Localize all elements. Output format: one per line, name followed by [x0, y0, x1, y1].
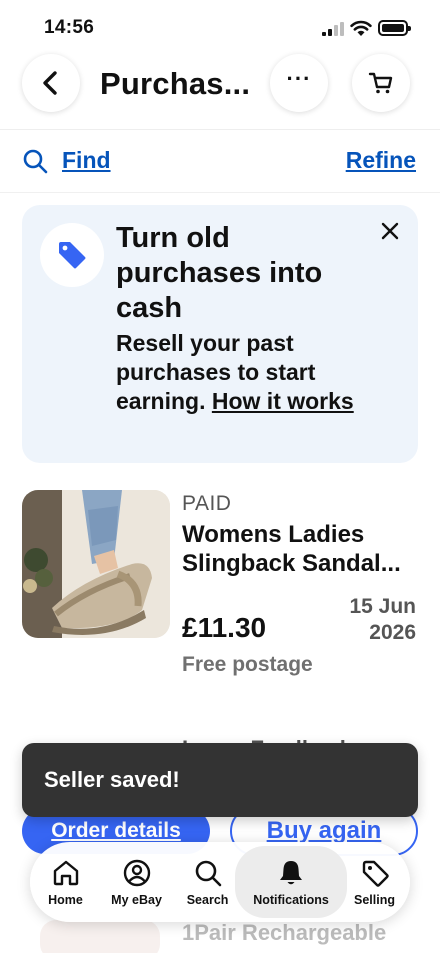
status-time: 14:56 [44, 17, 95, 38]
item-thumbnail[interactable] [22, 490, 170, 638]
nav-item-home[interactable]: Home [30, 842, 101, 922]
promo-body: Resell your past purchases to start earn… [116, 329, 366, 416]
more-dots-icon: ··· [286, 66, 312, 91]
page-title: Purchas... [100, 66, 251, 101]
order-date: 15 Jun 2026 [349, 594, 416, 646]
buy-again-label: Buy again [266, 817, 382, 844]
filter-bar: Find Refine [0, 131, 440, 193]
nav-label-search: Search [186, 892, 229, 907]
cellular-signal-icon [322, 22, 344, 36]
find-button[interactable]: Find [22, 147, 111, 174]
how-it-works-link[interactable]: How it works [212, 388, 354, 414]
order-status: PAID [182, 492, 232, 515]
back-button[interactable] [22, 54, 80, 112]
close-icon [381, 222, 399, 240]
nav-label-home: Home [48, 892, 83, 907]
price-tag-icon [59, 242, 86, 269]
item-price: £11.30 [182, 612, 267, 643]
nav-item-selling[interactable]: Selling [339, 842, 410, 922]
promo-icon-badge [40, 223, 104, 287]
order-date-day: 15 Jun [349, 595, 416, 618]
nav-label-my-ebay: My eBay [111, 892, 162, 907]
bell-icon [280, 860, 303, 884]
nav-item-search[interactable]: Search [172, 842, 243, 922]
sandal-photo [22, 490, 170, 638]
cart-icon [368, 72, 393, 94]
toast-notification: Seller saved! [22, 743, 418, 817]
nav-item-notifications[interactable]: Notifications [235, 842, 347, 922]
status-bar: 14:56 [0, 0, 440, 48]
chevron-left-icon [43, 71, 57, 95]
order-date-year: 2026 [369, 621, 416, 644]
search-icon [195, 860, 221, 886]
resell-promo-card: Turn old purchases into cash Resell your… [22, 205, 418, 463]
app-header: Purchas... ··· [0, 48, 440, 130]
item-title[interactable]: Womens Ladies Slingback Sandal... [182, 520, 420, 578]
bottom-nav: Home My eBay Search Notifications Sellin… [30, 842, 410, 922]
find-label: Find [62, 147, 111, 173]
toast-message: Seller saved! [44, 767, 180, 792]
tag-icon [362, 860, 389, 887]
next-item-thumbnail[interactable] [40, 920, 160, 953]
battery-icon [378, 20, 411, 36]
search-icon [23, 149, 48, 173]
nav-label-selling: Selling [354, 892, 395, 907]
shipping-info: Free postage [182, 653, 313, 676]
nav-item-my-ebay[interactable]: My eBay [101, 842, 172, 922]
wifi-icon [350, 20, 372, 36]
cart-button[interactable] [352, 54, 410, 112]
next-item-title[interactable]: 1Pair Rechargeable [182, 920, 386, 946]
promo-title: Turn old purchases into cash [116, 222, 323, 324]
nav-label-notifications: Notifications [253, 892, 329, 907]
refine-link[interactable]: Refine [346, 147, 416, 174]
user-icon [123, 859, 150, 886]
home-icon [53, 860, 78, 885]
close-promo-button[interactable] [376, 217, 404, 245]
more-options-button[interactable]: ··· [270, 54, 328, 112]
order-details-label: Order details [51, 819, 181, 842]
